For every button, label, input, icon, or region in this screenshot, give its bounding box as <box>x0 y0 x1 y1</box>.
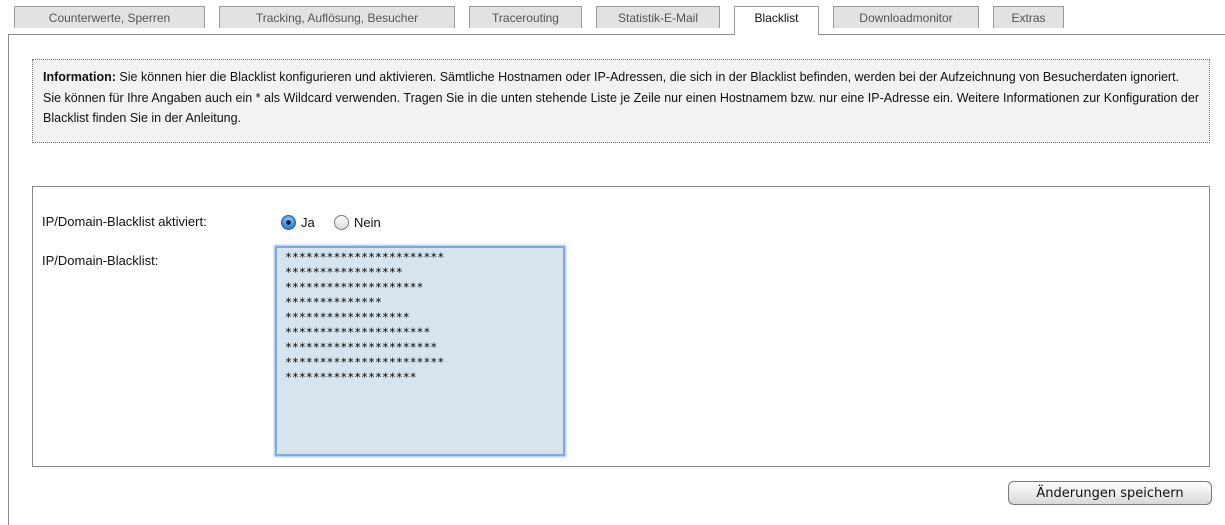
tab-tracerouting[interactable]: Tracerouting <box>469 6 582 28</box>
info-box: Information: Sie können hier die Blackli… <box>32 59 1210 143</box>
tab-extras[interactable]: Extras <box>993 6 1064 28</box>
radio-dot-icon <box>286 219 291 225</box>
tab-blacklist[interactable]: Blacklist <box>734 6 819 35</box>
blacklist-form <box>32 186 1210 467</box>
radio-no-label: Nein <box>354 214 381 230</box>
tab-statistik-email[interactable]: Statistik-E-Mail <box>596 6 720 28</box>
info-text: Sie können hier die Blacklist konfigurie… <box>43 70 1199 125</box>
radio-no-button[interactable] <box>334 214 349 230</box>
save-changes-button[interactable]: Änderungen speichern <box>1008 481 1212 505</box>
blacklist-list-label: IP/Domain-Blacklist: <box>42 253 159 268</box>
tab-counterwerte-sperren[interactable]: Counterwerte, Sperren <box>14 6 205 28</box>
info-heading: Information: <box>43 70 116 84</box>
tab-tracking-aufloesung-besucher[interactable]: Tracking, Auflösung, Besucher <box>219 6 455 28</box>
blacklist-textarea[interactable]: *********************** ****************… <box>275 246 565 456</box>
radio-yes-button[interactable] <box>281 214 296 230</box>
radio-no-option[interactable]: Nein <box>334 213 381 231</box>
tab-bar: Counterwerte, Sperren Tracking, Auflösun… <box>0 0 1225 35</box>
blacklist-active-label: IP/Domain-Blacklist aktiviert: <box>42 214 207 229</box>
tab-downloadmonitor[interactable]: Downloadmonitor <box>833 6 979 28</box>
radio-yes-option[interactable]: Ja <box>281 213 315 231</box>
radio-yes-label: Ja <box>301 214 315 230</box>
